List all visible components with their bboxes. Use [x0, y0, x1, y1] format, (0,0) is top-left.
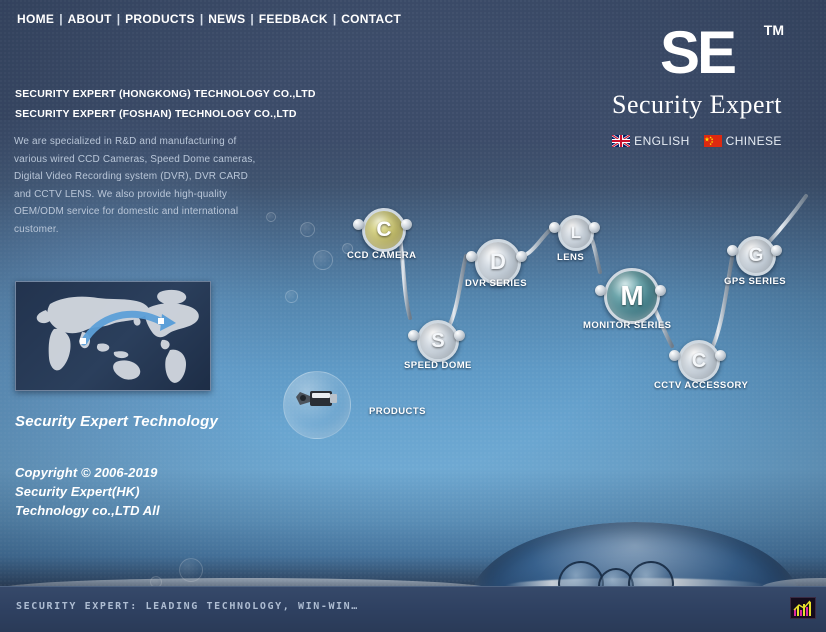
node-speed-dome-connector-pin-1 — [408, 330, 419, 341]
logo-company-name: Security Expert — [612, 90, 782, 119]
uk-flag-icon — [612, 135, 631, 147]
nav-home[interactable]: HOME — [16, 12, 55, 26]
node-gps-series-sphere[interactable]: G — [736, 236, 776, 276]
page-root: HOME | ABOUT | PRODUCTS | NEWS | FEEDBACK | CONTAC… — [0, 0, 826, 632]
nav-separator: | — [250, 12, 254, 26]
nav-separator: | — [332, 12, 337, 26]
copyright-notice: Copyright © 2006-2019 Security Expert(HK… — [15, 463, 225, 520]
nav-contact[interactable]: CONTACT — [340, 12, 402, 26]
node-cctv-accessory-connector-pin-1 — [669, 350, 680, 361]
copyright-line-3: Technology co.,LTD All — [15, 503, 160, 518]
copyright-line-1: Copyright © 2006-2019 — [15, 465, 158, 480]
logo-mark: SE TM — [592, 19, 802, 86]
company-name-hongkong: SECURITY EXPERT (HONGKONG) TECHNOLOGY CO… — [15, 88, 316, 100]
nav-separator: | — [199, 12, 204, 26]
language-label-chinese: CHINESE — [725, 134, 782, 148]
node-monitor-series-connector-pin-2 — [655, 285, 666, 296]
brand-logo[interactable]: SE TM Security Expert ENGLISH CHINESE — [592, 19, 802, 148]
language-label-english: ENGLISH — [634, 134, 690, 148]
node-monitor-series-sphere[interactable]: M — [604, 268, 660, 324]
world-map-image — [36, 289, 199, 383]
brand-tagline: Security Expert Technology — [15, 413, 219, 430]
node-speed-dome-label: SPEED DOME — [404, 360, 472, 371]
trademark-icon: TM — [763, 22, 784, 38]
company-name-foshan: SECURITY EXPERT (FOSHAN) TECHNOLOGY CO.,… — [15, 108, 297, 120]
node-ccd-camera-connector-pin-1 — [353, 219, 364, 230]
company-names: SECURITY EXPERT (HONGKONG) TECHNOLOGY CO… — [15, 84, 316, 124]
node-monitor-series-label: MONITOR SERIES — [583, 320, 672, 331]
node-ccd-camera-connector-pin-2 — [401, 219, 412, 230]
nav-separator: | — [59, 12, 63, 26]
nav-products[interactable]: PRODUCTS — [124, 12, 196, 26]
language-switcher[interactable]: ENGLISH CHINESE — [592, 134, 802, 148]
nav-feedback[interactable]: FEEDBACK — [258, 12, 329, 26]
logo-initials: SE — [659, 19, 737, 86]
node-cctv-accessory-connector-pin-2 — [715, 350, 726, 361]
node-monitor-series-connector-pin-1 — [595, 285, 606, 296]
node-dvr-series-connector-pin-2 — [516, 251, 527, 262]
node-dvr-series-label: DVR SERIES — [465, 278, 528, 289]
footer-ticker-text: SECURITY EXPERT: LEADING TECHNOLOGY, WIN… — [16, 601, 359, 612]
language-option-english[interactable]: ENGLISH — [612, 134, 689, 148]
node-lens-connector-pin-2 — [589, 222, 600, 233]
node-cctv-accessory-label: CCTV ACCESSORY — [654, 380, 749, 391]
nav-links-container[interactable]: HOME | ABOUT | PRODUCTS | NEWS | FEEDBACK | CONTAC… — [16, 12, 402, 26]
world-map-card — [15, 281, 211, 391]
node-lens-sphere[interactable]: L — [558, 215, 594, 251]
node-gps-series-connector-pin-2 — [771, 245, 782, 256]
node-speed-dome-connector-pin-2 — [454, 330, 465, 341]
stats-counter-icon[interactable] — [790, 597, 816, 619]
node-lens-connector-pin-1 — [549, 222, 560, 233]
node-products-label: PRODUCTS — [369, 406, 426, 417]
nav-news[interactable]: NEWS — [207, 12, 246, 26]
copyright-line-2: Security Expert(HK) — [15, 484, 140, 499]
node-gps-series-connector-pin-1 — [727, 245, 738, 256]
node-dvr-series-connector-pin-1 — [466, 251, 477, 262]
node-ccd-camera-label: CCD CAMERA — [347, 250, 417, 261]
stats-chart-glyph — [791, 598, 815, 618]
footer-bar: SECURITY EXPERT: LEADING TECHNOLOGY, WIN… — [0, 586, 826, 632]
company-description: We are specialized in R&D and manufactur… — [14, 136, 256, 235]
node-lens-label: LENS — [557, 252, 585, 263]
node-cctv-accessory-sphere[interactable]: C — [678, 340, 720, 382]
china-flag-icon — [703, 135, 722, 147]
camera-product-icon — [296, 391, 337, 406]
nav-separator: | — [116, 12, 121, 26]
nav-about[interactable]: ABOUT — [67, 12, 113, 26]
node-gps-series-label: GPS SERIES — [724, 276, 787, 287]
node-ccd-camera-sphere[interactable]: C — [362, 208, 406, 252]
node-speed-dome-sphere[interactable]: S — [417, 320, 459, 362]
language-option-chinese[interactable]: CHINESE — [703, 134, 782, 148]
